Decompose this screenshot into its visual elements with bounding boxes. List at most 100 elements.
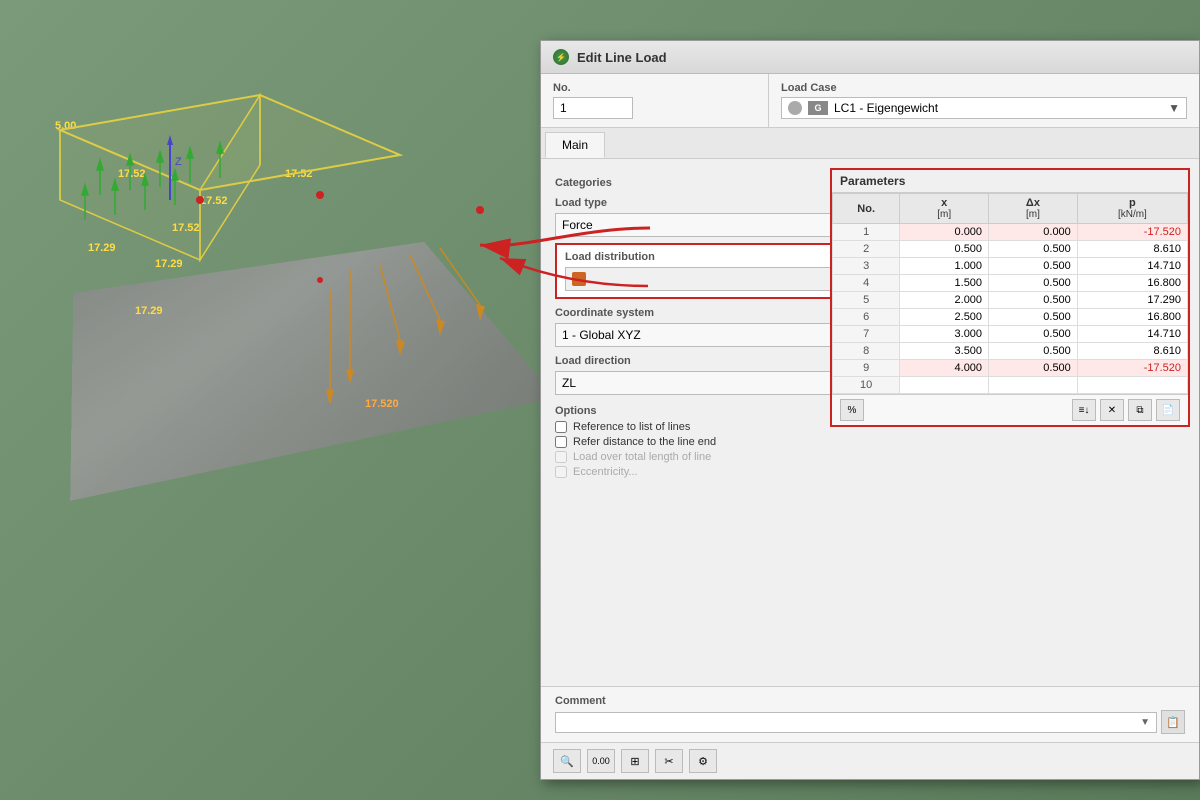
lc-g-badge: G <box>808 101 828 115</box>
scene-label: 17.29 <box>155 258 183 270</box>
cell-p: 16.800 <box>1077 309 1187 326</box>
cell-p: 17.290 <box>1077 292 1187 309</box>
opt-eccentricity-label: Eccentricity... <box>573 466 638 478</box>
cell-p: -17.520 <box>1077 224 1187 241</box>
cell-p <box>1077 377 1187 394</box>
cell-p: 8.610 <box>1077 343 1187 360</box>
toolbar-grid-btn[interactable]: ⊞ <box>621 749 649 773</box>
opt-refer-dist-row: Refer distance to the line end <box>555 436 1185 448</box>
toolbar-num-btn[interactable]: 0.00 <box>587 749 615 773</box>
cell-no: 4 <box>833 275 900 292</box>
table-row[interactable]: 1 0.000 0.000 -17.520 <box>833 224 1188 241</box>
bottom-toolbar: 🔍 0.00 ⊞ ✂ ⚙ <box>541 742 1199 779</box>
coord-value: 1 - Global XYZ <box>562 328 641 342</box>
tab-main[interactable]: Main <box>545 132 605 158</box>
lc-dropdown-arrow: ▼ <box>1168 101 1180 115</box>
cell-x: 1.000 <box>900 258 989 275</box>
opt-eccentricity-row: Eccentricity... <box>555 466 1185 478</box>
toolbar-gear-btn[interactable]: ⚙ <box>689 749 717 773</box>
toolbar-search-btn[interactable]: 🔍 <box>553 749 581 773</box>
col-p-header: p [kN/m] <box>1077 194 1187 224</box>
cell-dx: 0.500 <box>989 275 1078 292</box>
table-row[interactable]: 10 <box>833 377 1188 394</box>
dialog-icon: ⚡ <box>553 49 569 65</box>
comment-dropdown[interactable]: ▼ <box>555 712 1157 733</box>
cell-no: 10 <box>833 377 900 394</box>
col-x-header: x [m] <box>900 194 989 224</box>
scene-label: 5.00 <box>55 120 76 132</box>
table-row[interactable]: 8 3.500 0.500 8.610 <box>833 343 1188 360</box>
lc-name: LC1 - Eigengewicht <box>834 101 938 115</box>
parameters-panel: Parameters No. x [m] Δx [m] p [kN/m] <box>830 168 1190 427</box>
cell-x: 0.500 <box>900 241 989 258</box>
opt-load-total-label: Load over total length of line <box>573 451 711 463</box>
cell-x: 0.000 <box>900 224 989 241</box>
table-row[interactable]: 4 1.500 0.500 16.800 <box>833 275 1188 292</box>
scene-label: 17.52 <box>200 195 228 207</box>
cell-no: 7 <box>833 326 900 343</box>
opt-refer-dist-label: Refer distance to the line end <box>573 436 716 448</box>
comment-label: Comment <box>555 695 1185 707</box>
params-title: Parameters <box>832 170 1188 193</box>
tab-bar: Main <box>541 128 1199 159</box>
cell-x: 2.000 <box>900 292 989 309</box>
cell-dx: 0.500 <box>989 292 1078 309</box>
table-row[interactable]: 7 3.000 0.500 14.710 <box>833 326 1188 343</box>
table-row[interactable]: 9 4.000 0.500 -17.520 <box>833 360 1188 377</box>
lc-section: Load Case G LC1 - Eigengewicht ▼ <box>769 74 1199 127</box>
cell-p: 8.610 <box>1077 241 1187 258</box>
cell-p: 16.800 <box>1077 275 1187 292</box>
no-label: No. <box>553 82 756 94</box>
top-section: No. Load Case G LC1 - Eigengewicht ▼ <box>541 74 1199 128</box>
varying-color <box>572 272 586 286</box>
col-dx-header: Δx [m] <box>989 194 1078 224</box>
params-export-btn[interactable]: 📄 <box>1156 399 1180 421</box>
opt-refer-dist-checkbox[interactable] <box>555 436 567 448</box>
cell-no: 8 <box>833 343 900 360</box>
cell-dx: 0.500 <box>989 309 1078 326</box>
params-table: No. x [m] Δx [m] p [kN/m] 1 0.000 0.000 <box>832 193 1188 394</box>
svg-text:Z: Z <box>175 156 182 168</box>
opt-eccentricity-checkbox[interactable] <box>555 466 567 478</box>
lc-label: Load Case <box>781 82 1187 94</box>
comment-section: Comment ▼ 📋 <box>541 686 1199 742</box>
scene-label: 17.29 <box>88 242 116 254</box>
no-input[interactable] <box>553 97 633 119</box>
table-row[interactable]: 5 2.000 0.500 17.290 <box>833 292 1188 309</box>
comment-arrow: ▼ <box>1140 717 1150 728</box>
cell-x: 2.500 <box>900 309 989 326</box>
scene-label: 17.52 <box>118 168 146 180</box>
col-no-header: No. <box>833 194 900 224</box>
params-percent-btn[interactable]: % <box>840 399 864 421</box>
comment-icon-btn[interactable]: 📋 <box>1161 710 1185 734</box>
table-row[interactable]: 6 2.500 0.500 16.800 <box>833 309 1188 326</box>
dialog-titlebar: ⚡ Edit Line Load <box>541 41 1199 74</box>
toolbar-scissors-btn[interactable]: ✂ <box>655 749 683 773</box>
scene-label: 17.52 <box>285 168 313 180</box>
cell-no: 9 <box>833 360 900 377</box>
table-row[interactable]: 2 0.500 0.500 8.610 <box>833 241 1188 258</box>
comment-row: ▼ 📋 <box>555 710 1185 734</box>
params-sort-btn[interactable]: ≡↓ <box>1072 399 1096 421</box>
cell-dx: 0.500 <box>989 326 1078 343</box>
params-copy-btn[interactable]: ⧉ <box>1128 399 1152 421</box>
cell-no: 6 <box>833 309 900 326</box>
opt-ref-list-checkbox[interactable] <box>555 421 567 433</box>
scene-label: 17.29 <box>135 305 163 317</box>
params-close-btn[interactable]: ✕ <box>1100 399 1124 421</box>
no-section: No. <box>541 74 769 127</box>
cell-dx <box>989 377 1078 394</box>
cell-no: 2 <box>833 241 900 258</box>
params-footer: % ≡↓ ✕ ⧉ 📄 <box>832 394 1188 425</box>
table-row[interactable]: 3 1.000 0.500 14.710 <box>833 258 1188 275</box>
cell-x: 3.500 <box>900 343 989 360</box>
cell-no: 1 <box>833 224 900 241</box>
lc-display[interactable]: G LC1 - Eigengewicht ▼ <box>781 97 1187 119</box>
cell-x: 4.000 <box>900 360 989 377</box>
cell-p: 14.710 <box>1077 258 1187 275</box>
opt-ref-list-label: Reference to list of lines <box>573 421 690 433</box>
scene-label: 17.520 <box>365 398 399 410</box>
cell-no: 5 <box>833 292 900 309</box>
opt-load-total-checkbox[interactable] <box>555 451 567 463</box>
scene-label: 17.52 <box>172 222 200 234</box>
